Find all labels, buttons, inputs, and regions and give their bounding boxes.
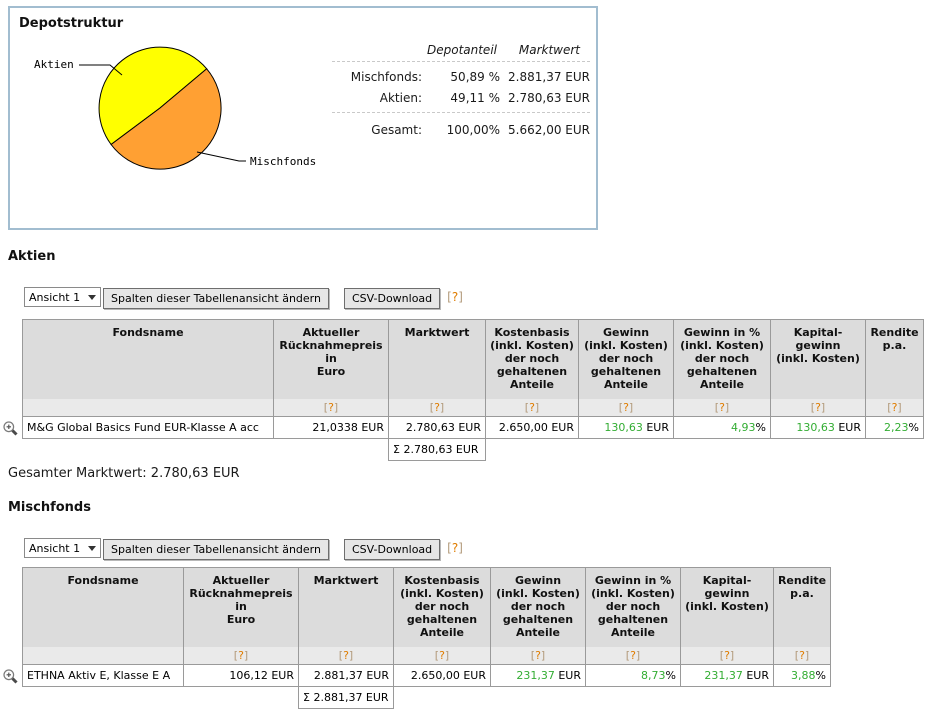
help-link[interactable]: [?] [525, 401, 539, 414]
total-marktwert-line: Gesamter Marktwert: 2.780,63 EUR [8, 466, 240, 481]
aktien-help-row: [?] [?] [?] [?] [?] [?] [?] [22, 398, 924, 417]
magnifier-icon[interactable] [2, 420, 19, 437]
view-select[interactable]: Ansicht 1 [24, 538, 101, 558]
help-link[interactable]: [?] [447, 290, 463, 304]
col-ruecknahmepreis: Aktueller Rücknahmepreis in Euro [273, 319, 389, 399]
sigma-icon: Σ [303, 691, 310, 704]
fund-marktwert: 2.780,63 EUR [388, 416, 486, 439]
mischfonds-toolbar: Ansicht 1 Spalten dieser Tabellenansicht… [24, 538, 463, 560]
summary-header-share: Depotanteil [426, 42, 497, 57]
depot-summary-table: Depotanteil Marktwert Mischfonds: 50,89 … [332, 40, 590, 140]
col-marktwert: Marktwert [388, 319, 486, 399]
fund-rendite: 3,88% [773, 664, 831, 687]
fund-name: M&G Global Basics Fund EUR-Klasse A acc [22, 416, 274, 439]
fund-kapitalgewinn: 231,37 EUR [680, 664, 774, 687]
col-gewinn: Gewinn (inkl. Kosten) der noch gehaltene… [490, 567, 586, 647]
help-link[interactable]: [?] [447, 541, 463, 555]
help-link[interactable]: [?] [715, 401, 729, 414]
sigma-icon: Σ [393, 443, 400, 456]
summary-row-mischfonds: Mischfonds: 50,89 % 2.881,37 EUR [350, 69, 590, 84]
view-select-value: Ansicht 1 [29, 290, 81, 304]
table-row: M&G Global Basics Fund EUR-Klasse A acc … [22, 416, 924, 439]
view-select-value: Ansicht 1 [29, 541, 81, 555]
help-link[interactable]: [?] [626, 649, 640, 662]
aktien-toolbar: Ansicht 1 Spalten dieser Tabellenansicht… [24, 287, 463, 309]
aktien-header-row: Fondsname Aktueller Rücknahmepreis in Eu… [22, 319, 924, 399]
help-link[interactable]: [?] [324, 401, 338, 414]
mischfonds-table: Fondsname Aktueller Rücknahmepreis in Eu… [22, 567, 831, 709]
change-columns-button[interactable]: Spalten dieser Tabellenansicht ändern [103, 539, 329, 560]
help-link[interactable]: [?] [795, 649, 809, 662]
view-select[interactable]: Ansicht 1 [24, 287, 101, 307]
col-rendite: Rendite p.a. [773, 567, 831, 647]
fund-price: 21,0338 EUR [273, 416, 389, 439]
col-ruecknahmepreis: Aktueller Rücknahmepreis in Euro [183, 567, 299, 647]
col-gewinn-prozent: Gewinn in % (inkl. Kosten) der noch geha… [673, 319, 771, 399]
fund-rendite: 2,23% [865, 416, 924, 439]
chevron-down-icon [88, 295, 96, 300]
callout-line-mischfonds [196, 151, 246, 162]
fund-kostenbasis: 2.650,00 EUR [393, 664, 491, 687]
sum-row: Σ 2.881,37 EUR [23, 686, 831, 709]
fund-gewinn-prozent: 8,73% [585, 664, 681, 687]
fund-gewinn: 130,63 EUR [578, 416, 674, 439]
help-link[interactable]: [?] [887, 401, 901, 414]
portfolio-page: Depotstruktur Aktien Mischfonds Depotant… [0, 0, 930, 716]
summary-header-value: Marktwert [518, 42, 580, 57]
fund-gewinn-prozent: 4,93% [673, 416, 771, 439]
col-kostenbasis: Kostenbasis (inkl. Kosten) der noch geha… [393, 567, 491, 647]
section-heading-mischfonds: Mischfonds [8, 500, 91, 515]
col-fondsname: Fondsname [22, 567, 184, 647]
table-row: ETHNA Aktiv E, Klasse E A 106,12 EUR 2.8… [22, 664, 831, 687]
col-kostenbasis: Kostenbasis (inkl. Kosten) der noch geha… [485, 319, 579, 399]
aktien-table: Fondsname Aktueller Rücknahmepreis in Eu… [22, 319, 924, 461]
pie-label-mischfonds: Mischfonds [250, 155, 316, 168]
section-heading-aktien: Aktien [8, 249, 56, 264]
mischfonds-header-row: Fondsname Aktueller Rücknahmepreis in Eu… [22, 567, 831, 647]
help-link[interactable]: [?] [430, 401, 444, 414]
change-columns-button[interactable]: Spalten dieser Tabellenansicht ändern [103, 288, 329, 309]
separator [332, 61, 590, 62]
depot-structure-panel: Depotstruktur Aktien Mischfonds Depotant… [8, 6, 598, 230]
help-link[interactable]: [?] [531, 649, 545, 662]
summary-row-total: Gesamt: 100,00% 5.662,00 EUR [371, 122, 590, 137]
help-link[interactable]: [?] [339, 649, 353, 662]
col-marktwert: Marktwert [298, 567, 394, 647]
marktwert-sum: Σ 2.780,63 EUR [388, 438, 486, 461]
separator [332, 112, 590, 113]
fund-kapitalgewinn: 130,63 EUR [770, 416, 866, 439]
help-link[interactable]: [?] [435, 649, 449, 662]
help-link[interactable]: [?] [234, 649, 248, 662]
mischfonds-help-row: [?] [?] [?] [?] [?] [?] [?] [22, 646, 831, 665]
help-link[interactable]: [?] [811, 401, 825, 414]
col-gewinn: Gewinn (inkl. Kosten) der noch gehaltene… [578, 319, 674, 399]
chevron-down-icon [88, 546, 96, 551]
summary-row-aktien: Aktien: 49,11 % 2.780,63 EUR [379, 90, 590, 105]
magnifier-icon[interactable] [2, 668, 19, 685]
fund-name: ETHNA Aktiv E, Klasse E A [22, 664, 184, 687]
col-fondsname: Fondsname [22, 319, 274, 399]
pie-chart: Aktien Mischfonds [34, 46, 316, 170]
summary-header-row: Depotanteil Marktwert [332, 40, 590, 59]
csv-download-button[interactable]: CSV-Download [343, 539, 441, 560]
fund-kostenbasis: 2.650,00 EUR [485, 416, 579, 439]
marktwert-sum: Σ 2.881,37 EUR [298, 686, 394, 709]
col-gewinn-prozent: Gewinn in % (inkl. Kosten) der noch geha… [585, 567, 681, 647]
csv-download-button[interactable]: CSV-Download [343, 288, 441, 309]
col-kapitalgewinn: Kapital- gewinn (inkl. Kosten) [680, 567, 774, 647]
help-link[interactable]: [?] [619, 401, 633, 414]
sum-row: Σ 2.780,63 EUR [23, 438, 924, 461]
fund-gewinn: 231,37 EUR [490, 664, 586, 687]
fund-marktwert: 2.881,37 EUR [298, 664, 394, 687]
col-rendite: Rendite p.a. [865, 319, 924, 399]
help-link[interactable]: [?] [720, 649, 734, 662]
fund-price: 106,12 EUR [183, 664, 299, 687]
col-kapitalgewinn: Kapital- gewinn (inkl. Kosten) [770, 319, 866, 399]
pie-label-aktien: Aktien [34, 58, 74, 71]
